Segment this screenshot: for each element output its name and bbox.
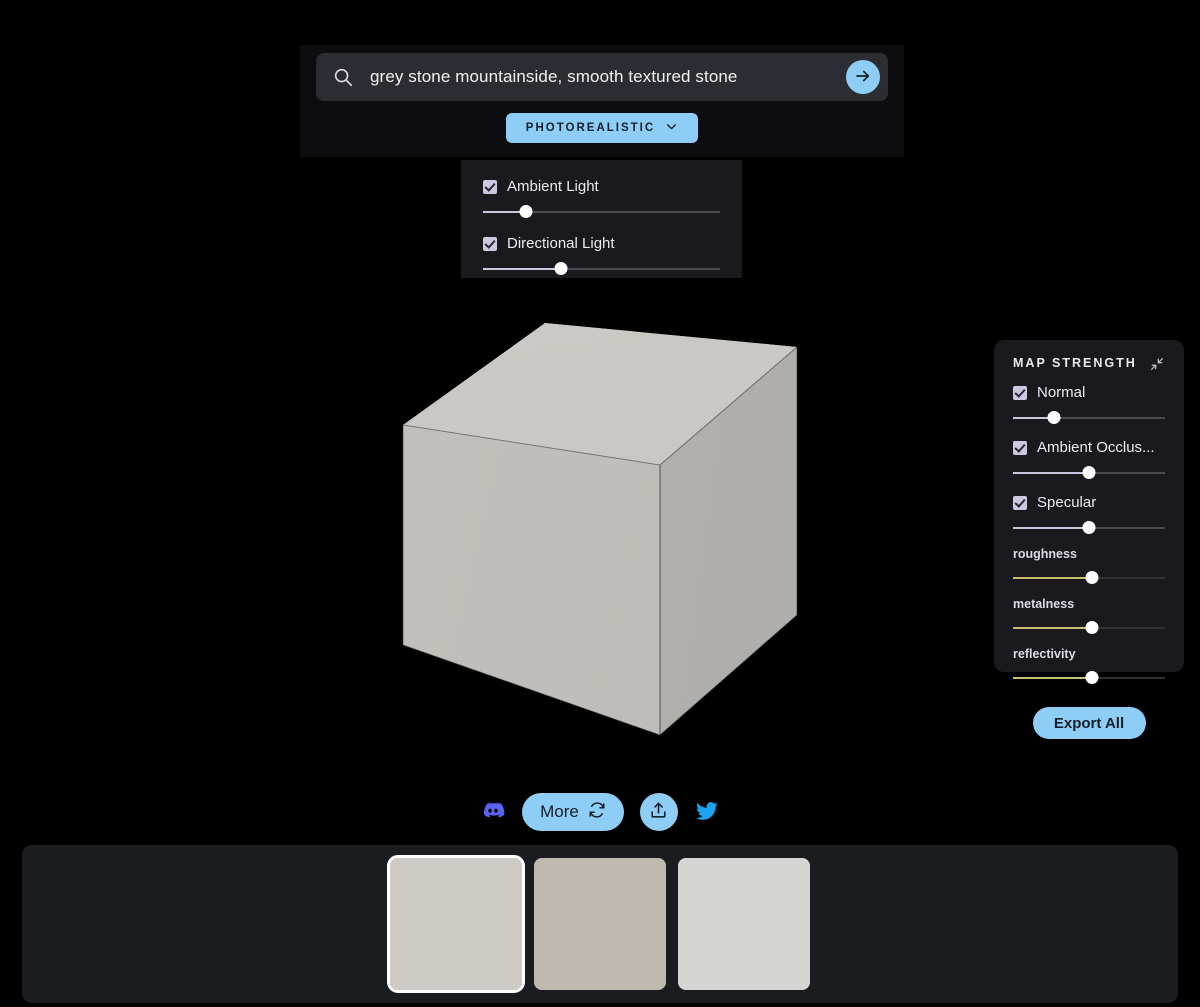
search-input[interactable] <box>354 67 846 87</box>
slider-specular-map[interactable] <box>1013 521 1165 535</box>
slider-knob[interactable] <box>1082 521 1096 534</box>
slider-knob[interactable] <box>1085 621 1099 634</box>
slider-normal-map[interactable] <box>1013 411 1165 425</box>
slider-fill <box>1013 527 1089 529</box>
style-dropdown-label: PHOTOREALISTIC <box>525 122 656 134</box>
share-upload-icon <box>649 801 668 823</box>
lighting-label-directional: Directional Light <box>507 235 615 252</box>
checkbox-specular-map[interactable] <box>1013 495 1027 510</box>
arrow-right-icon <box>854 67 872 88</box>
export-all-button[interactable]: Export All <box>1032 707 1146 739</box>
thumbnail-stone-blocks[interactable] <box>387 855 525 993</box>
checkbox-directional-light[interactable] <box>483 236 497 251</box>
material-preview-cube[interactable] <box>395 315 805 745</box>
discord-icon <box>480 798 506 827</box>
checkbox-ambient-occlusion-map[interactable] <box>1013 440 1027 455</box>
slider-roughness[interactable] <box>1013 571 1165 585</box>
thumbnail-image <box>678 858 810 990</box>
style-dropdown-button[interactable]: PHOTOREALISTIC <box>505 113 699 143</box>
slider-fill <box>1013 577 1093 579</box>
checkbox-normal-map[interactable] <box>1013 385 1027 400</box>
slider-ambient-light[interactable] <box>483 205 720 219</box>
twitter-bird-icon <box>694 798 720 827</box>
discord-button[interactable] <box>480 798 506 827</box>
material-label-roughness: roughness <box>1013 547 1077 561</box>
slider-directional-light[interactable] <box>483 262 720 276</box>
refresh-icon <box>588 801 606 824</box>
map-row-ambient-occlusion[interactable]: Ambient Occlus... <box>1013 439 1165 456</box>
slider-knob[interactable] <box>1082 466 1096 479</box>
search-bar[interactable] <box>316 53 888 101</box>
map-label-normal: Normal <box>1037 384 1086 401</box>
slider-fill <box>1013 472 1089 474</box>
map-strength-panel: MAP STRENGTH Normal Ambient Occlus... Sp… <box>994 340 1184 739</box>
app-root: PHOTOREALISTIC Ambient Light <box>0 0 1200 1007</box>
lighting-row-ambient[interactable]: Ambient Light <box>483 178 720 195</box>
more-button[interactable]: More <box>522 793 624 831</box>
more-button-label: More <box>540 802 579 821</box>
cube-render <box>402 323 798 737</box>
slider-fill <box>1013 677 1093 679</box>
twitter-button[interactable] <box>694 798 720 827</box>
thumbnail-strip <box>22 845 1178 1003</box>
slider-reflectivity[interactable] <box>1013 671 1165 685</box>
map-strength-title: MAP STRENGTH <box>1013 356 1137 370</box>
material-label-reflectivity: reflectivity <box>1013 647 1076 661</box>
map-label-ambient-occlusion: Ambient Occlus... <box>1037 439 1155 456</box>
map-strength-collapse-button[interactable] <box>1149 356 1165 372</box>
lighting-row-directional[interactable]: Directional Light <box>483 235 720 252</box>
share-button[interactable] <box>639 793 678 831</box>
slider-knob[interactable] <box>519 205 533 218</box>
slider-knob[interactable] <box>1047 411 1061 424</box>
map-row-specular[interactable]: Specular <box>1013 494 1165 511</box>
search-header: PHOTOREALISTIC <box>300 45 904 157</box>
search-icon <box>332 66 354 88</box>
map-strength-header: MAP STRENGTH <box>1013 356 1165 372</box>
checkbox-ambient-light[interactable] <box>483 179 497 194</box>
action-toolbar: More <box>0 791 1200 833</box>
map-label-specular: Specular <box>1037 494 1097 511</box>
thumbnail-image <box>534 858 666 990</box>
lighting-label-ambient: Ambient Light <box>507 178 599 195</box>
lighting-panel: Ambient Light Directional Light <box>461 160 749 278</box>
chevron-down-icon <box>665 120 678 136</box>
thumbnail-image <box>390 858 522 990</box>
thumbnail-rocky-cliff[interactable] <box>534 858 666 990</box>
slider-metalness[interactable] <box>1013 621 1165 635</box>
map-row-normal[interactable]: Normal <box>1013 384 1165 401</box>
slider-ambient-occlusion-map[interactable] <box>1013 466 1165 480</box>
slider-fill <box>483 268 562 270</box>
thumbnail-smooth-stone[interactable] <box>678 858 810 990</box>
slider-knob[interactable] <box>1085 571 1099 584</box>
material-label-metalness: metalness <box>1013 597 1075 611</box>
slider-knob[interactable] <box>554 262 568 275</box>
slider-knob[interactable] <box>1085 671 1099 684</box>
slider-fill <box>1013 627 1093 629</box>
search-submit-button[interactable] <box>846 60 880 94</box>
